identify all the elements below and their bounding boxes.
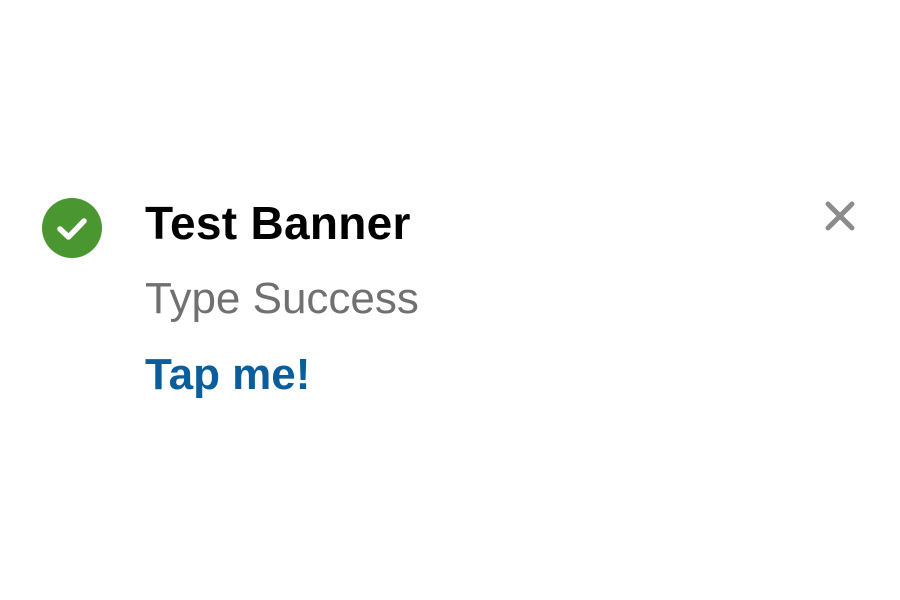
banner-title: Test Banner — [145, 197, 411, 249]
close-icon — [825, 201, 855, 231]
banner-content: Test Banner Type Success Tap me! — [145, 194, 419, 404]
check-circle-icon — [42, 198, 102, 258]
close-button[interactable] — [816, 194, 864, 242]
success-banner: Test Banner Type Success Tap me! — [0, 0, 900, 600]
banner-subtitle: Type Success — [145, 274, 419, 323]
banner-action-link[interactable]: Tap me! — [145, 346, 310, 404]
